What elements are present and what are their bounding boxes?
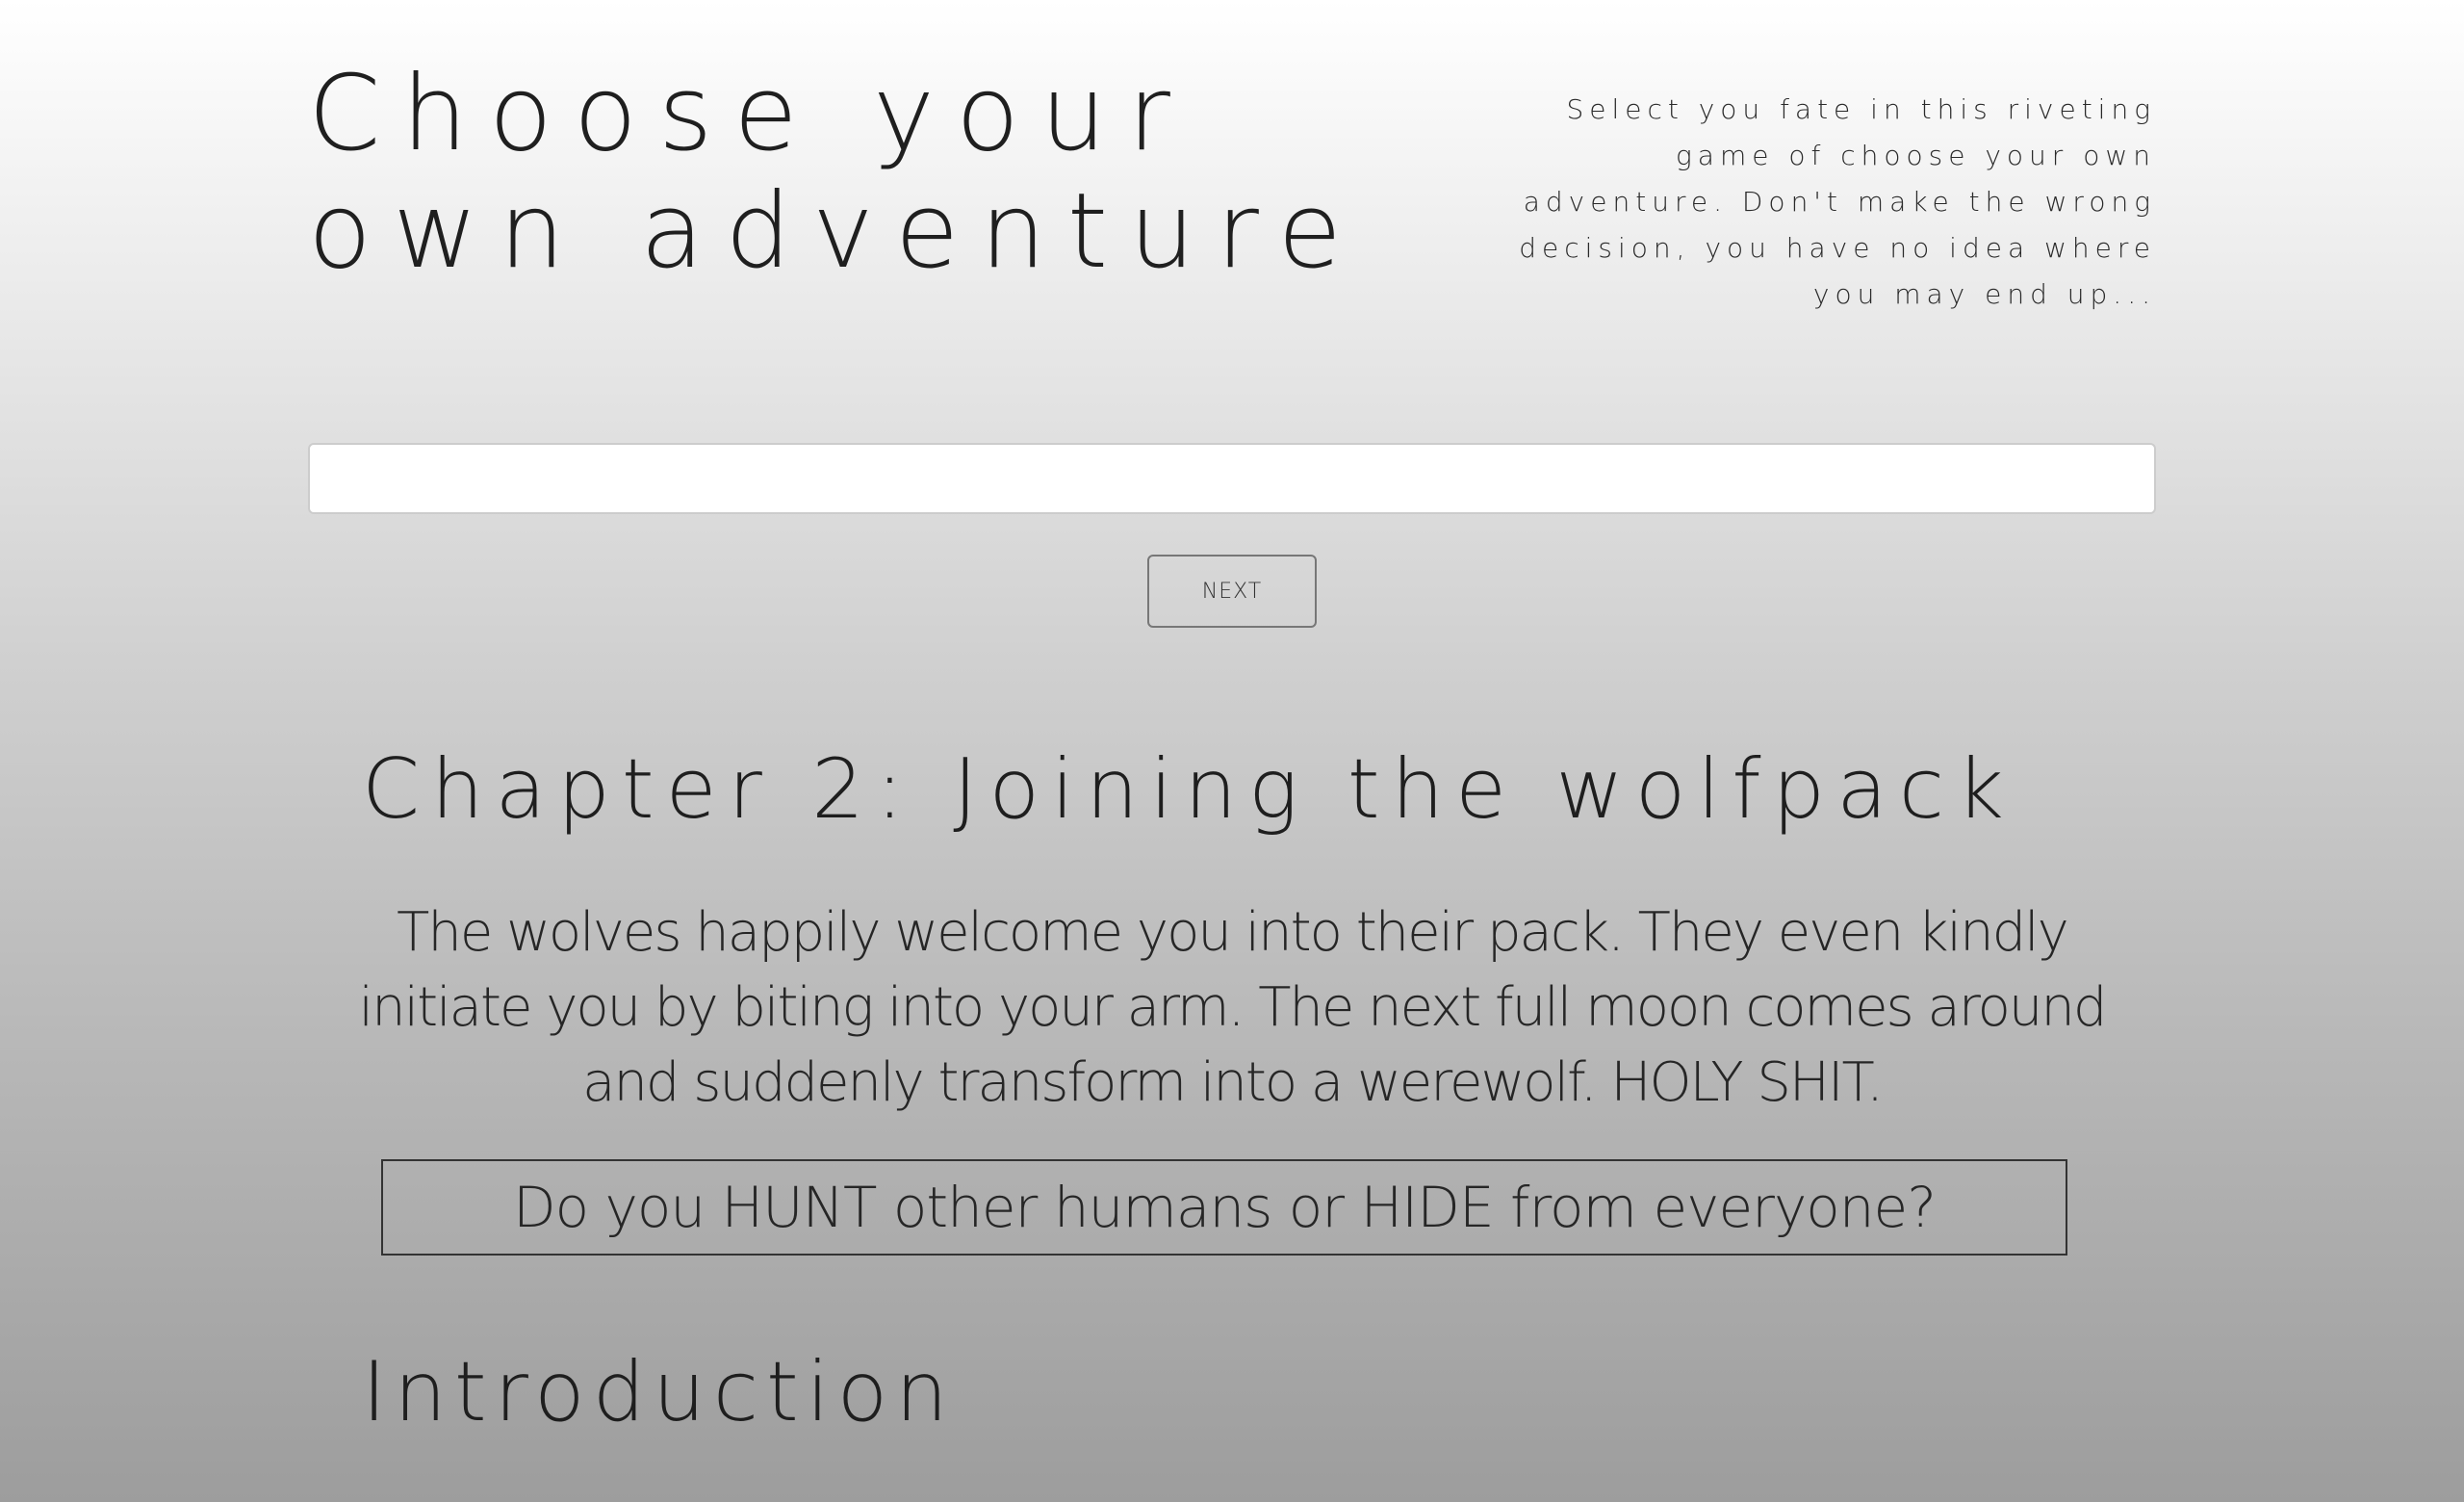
site-tagline: Select you fate in this riveting game of… [1519,93,2156,310]
answer-input[interactable] [308,443,2156,514]
chapter-title: Chapter 2: Joining the wolfpack [362,741,2015,838]
chapter-text: The wolves happily welcome you into thei… [358,901,2108,1114]
introduction-title: Introduction [362,1344,956,1440]
question-text: Do you HUNT other humans or HIDE from ev… [512,1175,1937,1240]
page-container: Choose your own adventure Select you fat… [308,0,2156,1502]
question-box: Do you HUNT other humans or HIDE from ev… [381,1159,2067,1256]
site-title: Choose your own adventure [308,54,1363,292]
next-button[interactable]: Next [1147,555,1317,628]
